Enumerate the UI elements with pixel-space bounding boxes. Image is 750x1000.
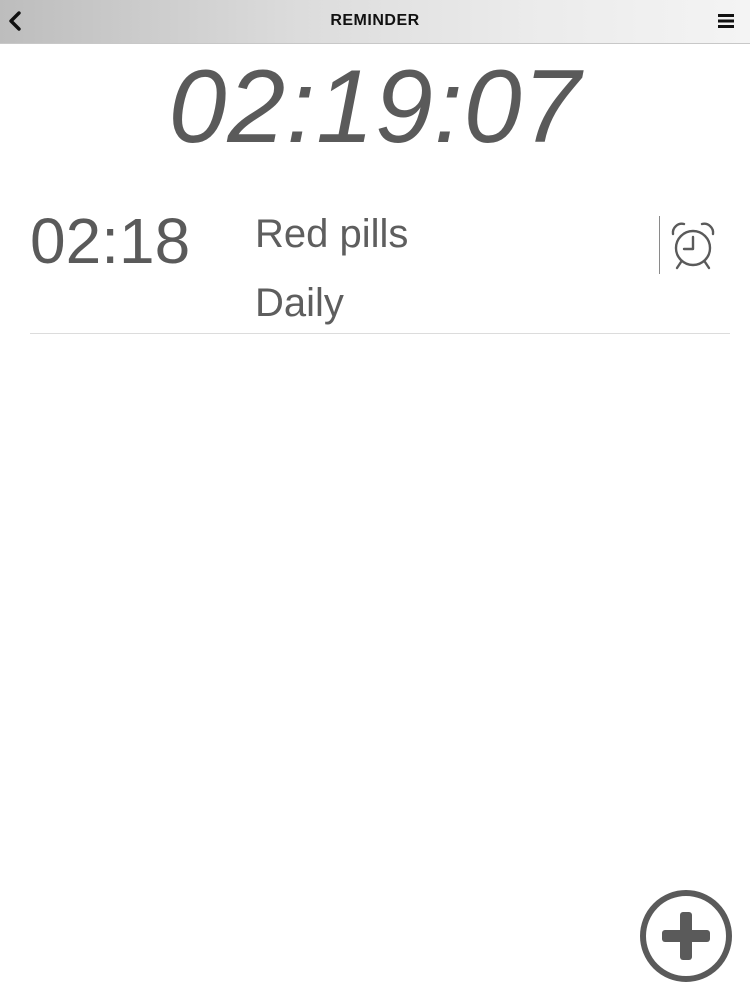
reminder-frequency: Daily: [255, 281, 344, 325]
alarm-divider: [659, 216, 660, 274]
menu-button[interactable]: [716, 12, 736, 30]
alarm-clock-icon: [671, 222, 715, 270]
reminder-time: 02:18: [30, 205, 191, 277]
alarm-toggle-button[interactable]: [667, 218, 719, 272]
navigation-bar: REMINDER: [0, 0, 750, 44]
page-title: REMINDER: [330, 12, 420, 29]
hamburger-menu-icon: [718, 14, 734, 28]
reminder-name: Red pills: [255, 212, 409, 256]
current-time-display: 02:19:07: [168, 49, 582, 165]
reminder-app: REMINDER 02:19:07 02:18 Red pills Daily: [0, 0, 750, 1000]
add-reminder-button[interactable]: [637, 887, 735, 985]
plus-circle-icon: [640, 890, 732, 982]
reminder-item[interactable]: 02:18 Red pills Daily: [30, 196, 730, 334]
